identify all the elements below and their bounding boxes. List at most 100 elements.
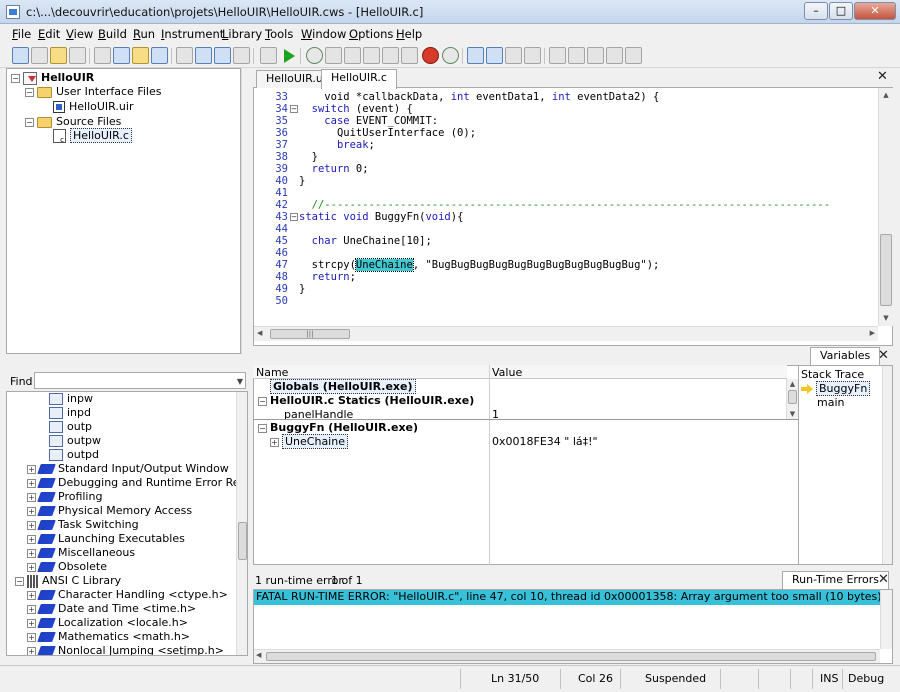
terminate-icon[interactable]	[442, 47, 459, 64]
fold-marker-icon[interactable]: −	[290, 213, 298, 221]
collapse-icon[interactable]: −	[11, 73, 20, 83]
collapse-icon[interactable]: −	[25, 117, 34, 127]
step-out-icon[interactable]	[363, 47, 380, 64]
table-row[interactable]: + UneChaine	[270, 434, 348, 449]
memory-icon[interactable]	[524, 47, 541, 64]
collapse-icon[interactable]: −	[25, 87, 34, 97]
app-icon[interactable]	[6, 5, 20, 19]
new-file-icon[interactable]	[12, 47, 29, 64]
section-divider[interactable]	[254, 419, 798, 420]
scroll-right-icon[interactable]: ▶	[870, 329, 875, 337]
fold-marker-icon[interactable]: −	[290, 105, 298, 113]
scroll-up-icon[interactable]: ▲	[787, 379, 798, 389]
prev-bookmark-icon[interactable]	[587, 47, 604, 64]
close-window-button[interactable]: ✕	[854, 2, 896, 20]
error-message[interactable]: FATAL RUN-TIME ERROR: "HelloUIR.c", line…	[254, 590, 880, 605]
expand-icon[interactable]: +	[27, 590, 36, 600]
scroll-thumb[interactable]	[788, 390, 797, 404]
column-name[interactable]: Name	[256, 366, 288, 379]
expand-icon[interactable]: +	[27, 604, 36, 614]
scroll-up-icon[interactable]: ▲	[879, 88, 893, 103]
find-in-files-icon[interactable]	[195, 47, 212, 64]
list-item[interactable]: BuggyFn	[801, 381, 871, 396]
close-icon[interactable]: ✕	[877, 69, 888, 84]
stop-icon[interactable]	[422, 47, 439, 64]
find-input[interactable]: ▼	[34, 372, 246, 389]
collapse-icon[interactable]: −	[258, 396, 267, 406]
watch-icon[interactable]	[505, 47, 522, 64]
open-folder-icon[interactable]	[50, 47, 67, 64]
expand-icon[interactable]: +	[27, 562, 36, 572]
finish-function-icon[interactable]	[401, 47, 418, 64]
list-item[interactable]: main	[817, 396, 844, 409]
errors-horizontal-scrollbar[interactable]: ◀	[254, 649, 880, 663]
scroll-thumb[interactable]	[266, 652, 876, 661]
uir-editor-icon[interactable]	[151, 47, 168, 64]
close-icon[interactable]: ✕	[878, 572, 889, 587]
restore-button[interactable]: □	[829, 2, 853, 20]
tree-item-uir[interactable]: HelloUIR.uir	[53, 100, 133, 115]
column-value[interactable]: Value	[492, 366, 522, 379]
errors-vertical-scrollbar[interactable]	[880, 590, 892, 649]
expand-icon[interactable]: +	[27, 464, 36, 474]
table-row[interactable]: − HelloUIR.c Statics (HelloUIR.exe)	[258, 394, 474, 407]
go-to-cursor-icon[interactable]	[382, 47, 399, 64]
menu-library[interactable]: Library	[222, 27, 262, 41]
help-icon[interactable]	[625, 47, 642, 64]
tree-item-ui-files[interactable]: − User Interface Files	[25, 85, 161, 100]
list-item[interactable]: + Physical Memory Access	[27, 504, 192, 519]
list-item[interactable]: + Task Switching	[27, 518, 139, 533]
project-window-icon[interactable]	[214, 47, 231, 64]
step-into-icon[interactable]	[344, 47, 361, 64]
clear-bookmarks-icon[interactable]	[606, 47, 623, 64]
scroll-down-icon[interactable]: ▼	[787, 409, 798, 419]
scroll-thumb[interactable]	[238, 522, 247, 560]
bookmark-icon[interactable]	[549, 47, 566, 64]
paste-icon[interactable]	[132, 47, 149, 64]
project-tree-splitter[interactable]	[241, 68, 248, 354]
build-icon[interactable]	[260, 47, 277, 64]
menu-build[interactable]: Build	[98, 27, 127, 41]
cut-icon[interactable]	[94, 47, 111, 64]
menu-edit[interactable]: Edit	[38, 27, 60, 41]
expand-icon[interactable]: +	[27, 492, 36, 502]
menu-window[interactable]: Window	[301, 27, 346, 41]
scroll-thumb[interactable]: |||	[270, 329, 350, 339]
list-item[interactable]: outp	[49, 420, 92, 435]
expand-icon[interactable]: +	[270, 437, 279, 447]
column-divider[interactable]	[489, 365, 490, 565]
expand-icon[interactable]: +	[27, 548, 36, 558]
library-scrollbar[interactable]	[236, 392, 247, 655]
toggle-breakpoint-icon[interactable]	[486, 47, 503, 64]
list-item[interactable]: + Character Handling <ctype.h>	[27, 588, 228, 603]
list-item[interactable]: inpw	[49, 392, 93, 407]
list-item[interactable]: outpw	[49, 434, 101, 449]
list-item[interactable]: +Debugging and Runtime Error Reporting	[27, 476, 247, 491]
collapse-icon[interactable]: −	[258, 423, 267, 433]
globals-scrollbar[interactable]: ▲ ▼	[786, 379, 798, 419]
tree-root[interactable]: − HelloUIR	[11, 71, 94, 86]
find-icon[interactable]	[176, 47, 193, 64]
table-row[interactable]: panelHandle	[284, 408, 353, 419]
table-row[interactable]: − BuggyFn (HelloUIR.exe)	[258, 421, 418, 434]
minimize-button[interactable]: –	[804, 2, 828, 20]
menu-file[interactable]: File	[12, 27, 31, 41]
menu-run[interactable]: Run	[133, 27, 155, 41]
expand-icon[interactable]: +	[27, 646, 36, 655]
list-item[interactable]: − ANSI C Library	[15, 574, 121, 589]
continue-icon[interactable]	[306, 47, 323, 64]
tree-item-c-file[interactable]: c HelloUIR.c	[53, 128, 132, 144]
chevron-down-icon[interactable]: ▼	[237, 377, 243, 386]
next-bookmark-icon[interactable]	[568, 47, 585, 64]
stack-scrollbar[interactable]	[882, 366, 892, 564]
collapse-icon[interactable]: −	[15, 576, 24, 586]
menu-view[interactable]: View	[66, 27, 93, 41]
expand-icon[interactable]: +	[27, 618, 36, 628]
list-item[interactable]: + Launching Executables	[27, 532, 185, 547]
menu-instrument[interactable]: Instrument	[161, 27, 224, 41]
scroll-left-icon[interactable]: ◀	[256, 651, 261, 659]
expand-icon[interactable]: +	[27, 478, 36, 488]
list-item[interactable]: + Localization <locale.h>	[27, 616, 188, 631]
copy-icon[interactable]	[113, 47, 130, 64]
expand-icon[interactable]: +	[27, 506, 36, 516]
